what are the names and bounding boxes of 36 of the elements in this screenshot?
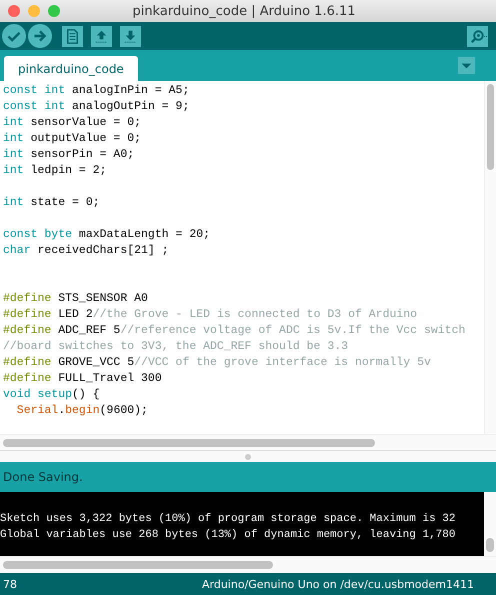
code-line: #define LED 2//the Grove - LED is connected to D3 of Arduino xyxy=(3,307,418,323)
code-line: int state = 0; xyxy=(3,195,101,211)
vertical-scrollbar[interactable] xyxy=(484,81,496,434)
minimize-icon[interactable] xyxy=(28,5,40,17)
code-line: const byte maxDataLength = 20; xyxy=(3,227,212,243)
code-line: char receivedChars[21] ; xyxy=(3,243,170,259)
serial-monitor-icon[interactable] xyxy=(467,26,488,46)
code-line: #define ADC_REF 5//reference voltage of ADC is 5v.If the Vcc switch xyxy=(3,323,466,339)
close-icon[interactable] xyxy=(8,5,20,17)
line-number: 78 xyxy=(3,578,17,590)
console-line: Sketch uses 3,322 bytes (10%) of program storage space. Maximum is 32 xyxy=(0,512,456,527)
status-message: Done Saving. xyxy=(0,462,496,492)
console-line: Global variables use 268 bytes (13%) of dynamic memory, leaving 1,780 xyxy=(0,528,456,543)
code-line: #define GROVE_VCC 5//VCC of the grove interface is normally 5v xyxy=(3,355,432,371)
console-horizontal-scrollbar[interactable] xyxy=(0,556,496,573)
code-line: Serial.begin(9600); xyxy=(16,403,149,419)
new-file-icon[interactable] xyxy=(62,26,83,46)
code-line: int ledpin = 2; xyxy=(3,163,108,179)
console-scrollbar[interactable] xyxy=(484,492,496,556)
code-line: const int analogInPin = A5; xyxy=(3,83,190,99)
code-line: int sensorValue = 0; xyxy=(3,115,142,131)
code-line: #define STS_SENSOR A0 xyxy=(3,291,149,307)
code-line: const int analogOutPin = 9; xyxy=(3,99,190,115)
verify-icon[interactable] xyxy=(2,24,26,48)
sketch-tab[interactable]: pinkarduino_code xyxy=(4,56,138,81)
splitter-handle[interactable] xyxy=(245,454,251,460)
code-line: #define FULL_Travel 300 xyxy=(3,371,163,387)
window-title: pinkarduino_code | Arduino 1.6.11 xyxy=(132,4,357,18)
tab-menu-icon[interactable] xyxy=(458,57,475,74)
code-line: void setup() { xyxy=(3,387,101,403)
code-line: int sensorPin = A0; xyxy=(3,147,136,163)
zoom-icon[interactable] xyxy=(48,5,60,17)
code-line: int outputValue = 0; xyxy=(3,131,142,147)
board-port: Arduino/Genuino Uno on /dev/cu.usbmodem1411 xyxy=(202,578,474,590)
horizontal-scrollbar[interactable] xyxy=(0,434,496,450)
code-line: //board switches to 3V3, the ADC_REF should be 3.3 xyxy=(3,339,350,355)
